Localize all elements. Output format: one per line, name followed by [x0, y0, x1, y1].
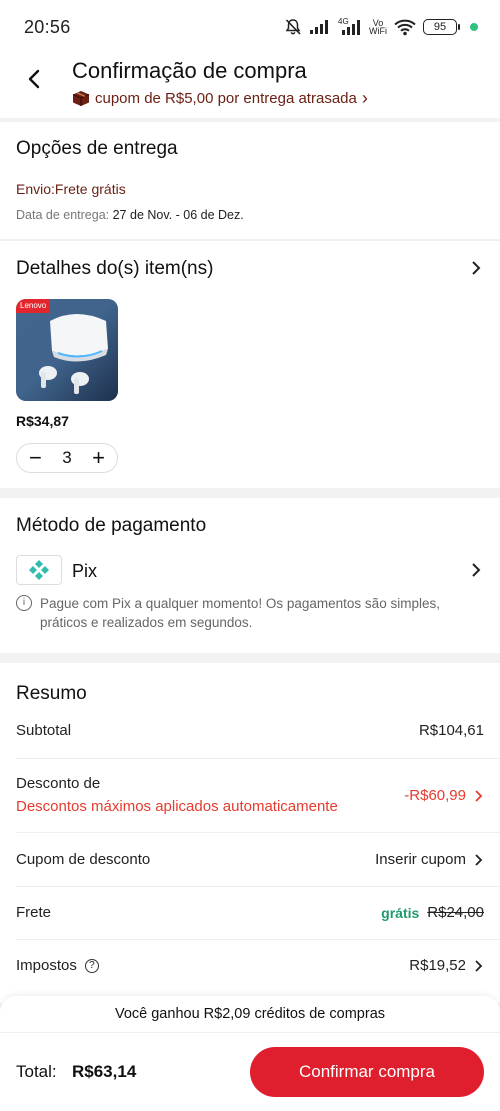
payment-info-text: Pague com Pix a qualquer momento! Os pag… — [40, 596, 440, 630]
subtotal-value: R$104,61 — [418, 722, 484, 739]
payment-title: Método de pagamento — [16, 515, 207, 536]
coupon-text: cupom de R$5,00 por entrega atrasada — [95, 90, 357, 107]
product-brand: Lenovo — [20, 301, 47, 310]
chevron-right-icon — [475, 789, 483, 802]
vowifi-bottom: WiFi — [369, 26, 387, 36]
delivery-date-value: 27 de Nov. - 06 de Dez. — [112, 208, 244, 222]
taxes-value: R$19,52 — [409, 957, 466, 974]
shipping-label: Frete — [16, 904, 52, 921]
coupon-label: Cupom de desconto — [16, 851, 151, 868]
package-icon — [72, 91, 90, 106]
product-price: R$34,87 — [16, 413, 69, 429]
quantity-stepper: − 3 + — [16, 443, 118, 473]
total-label: Total: — [16, 1062, 57, 1081]
battery-icon: 95 — [423, 19, 460, 35]
signal-4g-icon: 4G — [338, 18, 362, 36]
delivery-date: Data de entrega: 27 de Nov. - 06 de Dez. — [16, 208, 244, 222]
shipping-old-price: R$24,00 — [427, 904, 484, 921]
vowifi-icon: Vo WiFi — [369, 19, 387, 36]
shipping-free: grátis — [381, 904, 420, 921]
coupon-row[interactable]: Cupom de desconto Inserir cupom — [16, 851, 484, 868]
items-section[interactable]: Detalhes do(s) item(ns) Lenovo R$34,87 − — [0, 240, 500, 488]
payment-chevron-right-icon[interactable] — [470, 562, 482, 583]
privacy-indicator-dot — [470, 23, 478, 31]
items-title: Detalhes do(s) item(ns) — [16, 258, 214, 279]
discount-note: Descontos máximos aplicados automaticame… — [16, 798, 338, 815]
divider — [16, 939, 500, 940]
late-delivery-coupon-link[interactable]: cupom de R$5,00 por entrega atrasada › — [72, 88, 368, 109]
divider — [16, 886, 500, 887]
insert-coupon-link[interactable]: Inserir cupom — [375, 851, 466, 868]
delivery-section: Opções de entrega Envio:Frete grátis Dat… — [0, 122, 500, 239]
chevron-left-icon — [28, 69, 40, 89]
status-bar: 20:56 4G Vo WiFi 95 — [0, 0, 500, 54]
status-time: 20:56 — [24, 16, 71, 37]
delivery-title: Opções de entrega — [16, 138, 178, 159]
info-icon: i — [16, 595, 32, 611]
product-thumbnail[interactable]: Lenovo — [16, 299, 118, 401]
chevron-right-icon — [475, 853, 483, 866]
status-icons: 4G Vo WiFi 95 — [284, 18, 478, 36]
page-title: Confirmação de compra — [72, 58, 307, 83]
summary-title: Resumo — [16, 683, 87, 704]
quantity-value: 3 — [62, 448, 72, 467]
increase-quantity-button[interactable]: + — [92, 447, 105, 469]
bottom-bar: Total: R$63,14 Confirmar compra — [0, 1032, 500, 1111]
payment-section: Método de pagamento Pix i Pague com Pix … — [0, 498, 500, 653]
shipping-option: Envio:Frete grátis — [16, 181, 126, 197]
wifi-icon — [394, 19, 416, 36]
coupon-chevron-icon: › — [361, 88, 368, 108]
subtotal-row: Subtotal R$104,61 — [16, 722, 484, 739]
page-header: Confirmação de compra cupom de R$5,00 po… — [0, 54, 500, 118]
total-value: R$63,14 — [72, 1062, 137, 1081]
credits-banner: Você ganhou R$2,09 créditos de compras — [0, 996, 500, 1032]
chevron-right-icon — [475, 959, 483, 972]
summary-section: Resumo Subtotal R$104,61 Desconto de Des… — [0, 663, 500, 1003]
help-icon[interactable]: ? — [84, 958, 99, 973]
battery-level: 95 — [433, 21, 447, 33]
pix-logo-icon — [16, 555, 62, 585]
discount-value: -R$60,99 — [404, 787, 466, 804]
signal-icon — [310, 20, 328, 34]
delivery-date-label: Data de entrega: — [16, 208, 110, 222]
divider — [16, 832, 500, 833]
payment-info: i Pague com Pix a qualquer momento! Os p… — [16, 594, 446, 632]
confirm-purchase-button[interactable]: Confirmar compra — [250, 1047, 484, 1097]
taxes-row[interactable]: Impostos ? R$19,52 — [16, 957, 484, 974]
back-button[interactable] — [20, 64, 50, 94]
discount-row[interactable]: Desconto de Descontos máximos aplicados … — [16, 775, 484, 815]
mute-bell-icon — [285, 19, 301, 35]
discount-label: Desconto de — [16, 775, 101, 792]
subtotal-label: Subtotal — [16, 722, 72, 739]
divider — [16, 758, 500, 759]
taxes-label: Impostos — [16, 957, 77, 974]
chevron-right-icon[interactable] — [470, 260, 482, 281]
shipping-row: Frete grátis R$24,00 — [16, 904, 484, 921]
payment-method-label[interactable]: Pix — [72, 561, 97, 582]
decrease-quantity-button[interactable]: − — [29, 447, 42, 469]
